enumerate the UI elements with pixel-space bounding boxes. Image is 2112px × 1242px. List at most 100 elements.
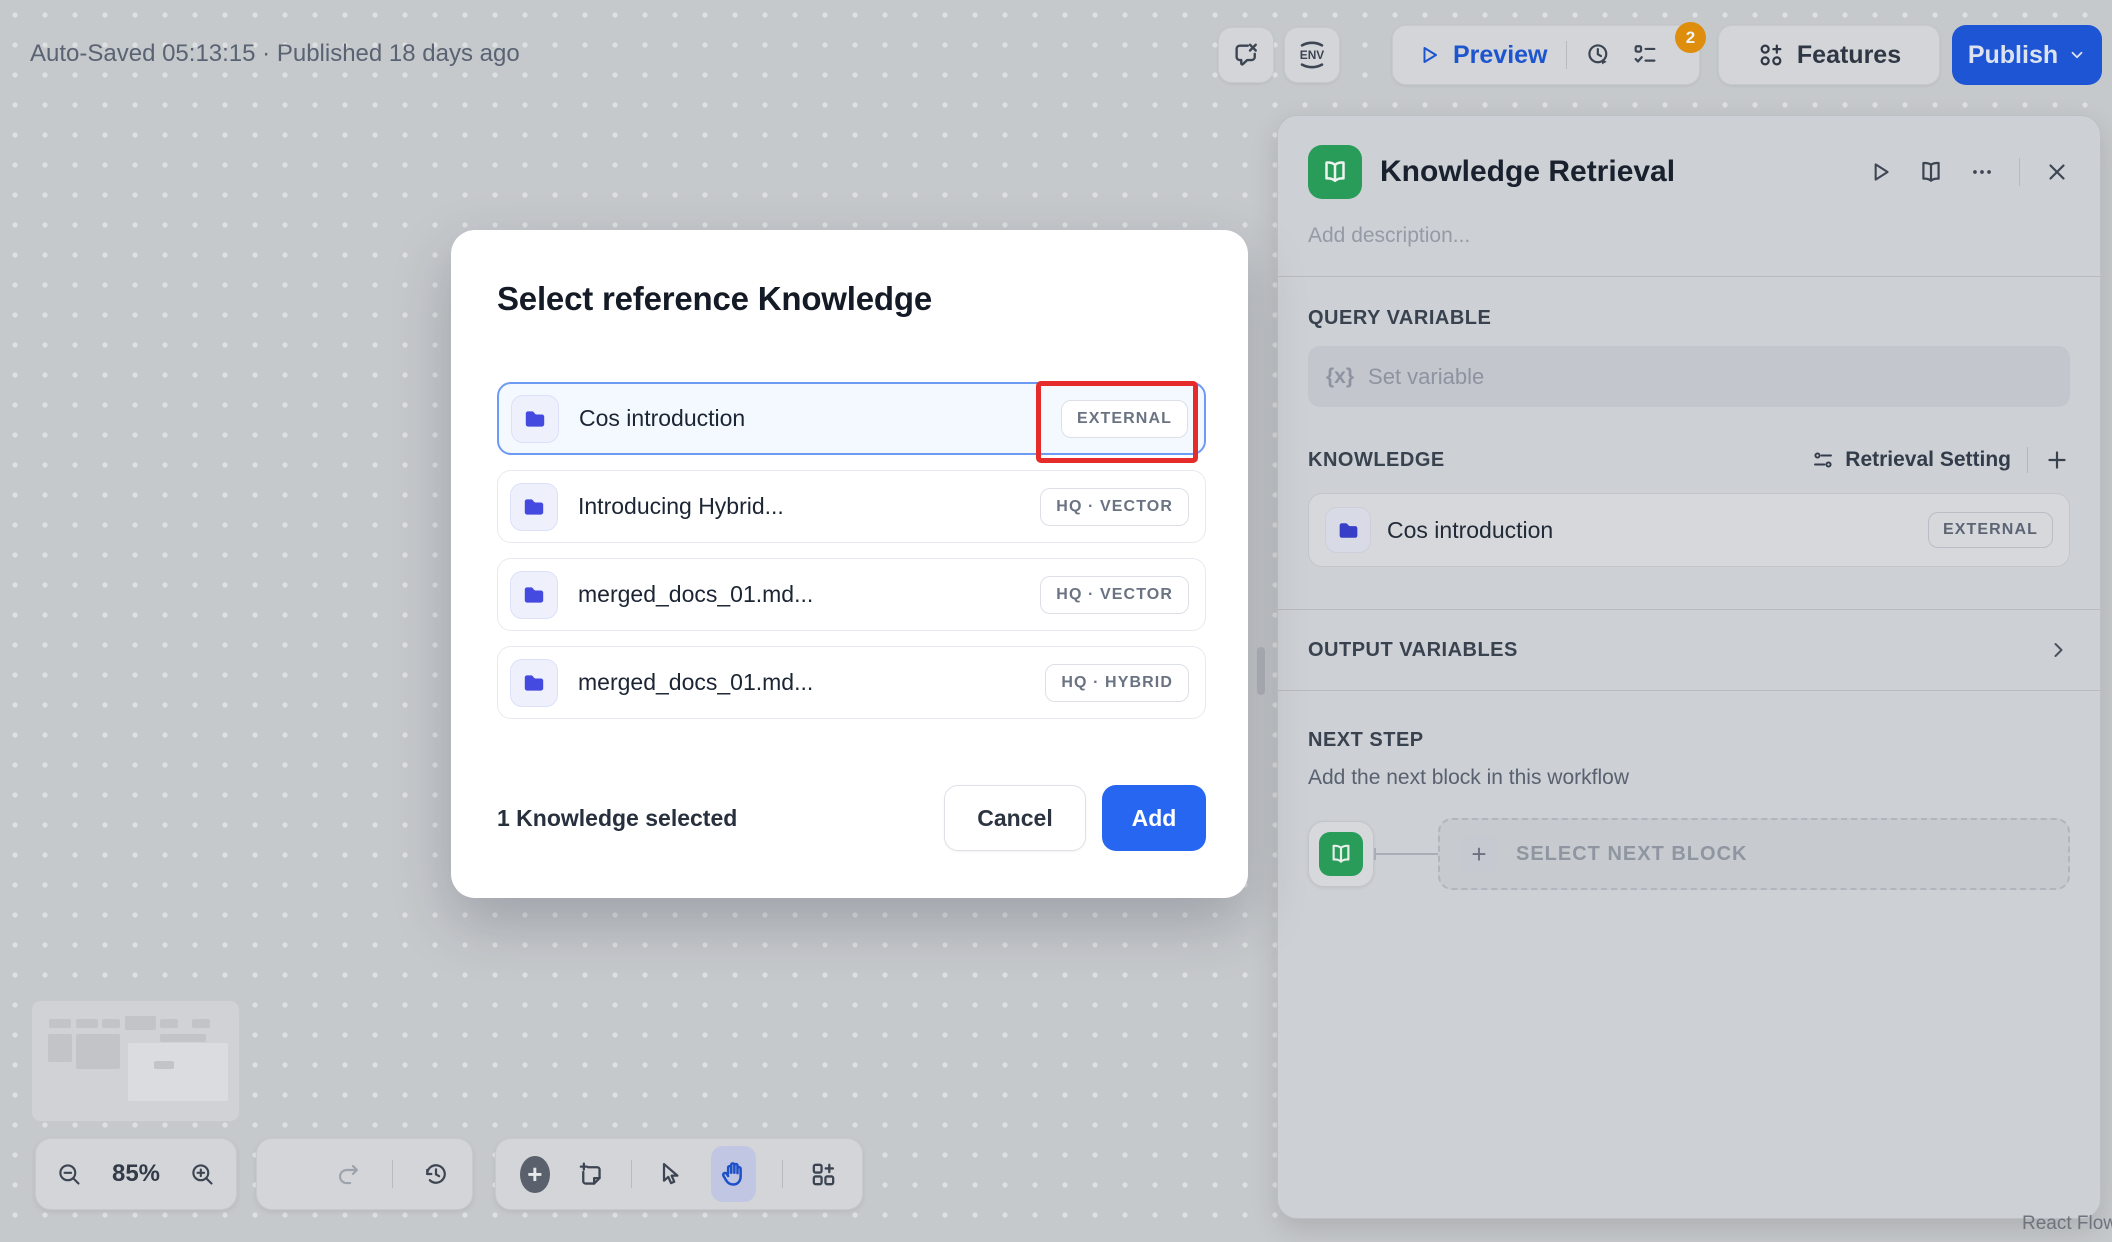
history-icon[interactable] [422, 1160, 450, 1188]
minimap-node [48, 1034, 72, 1062]
folder-icon [510, 483, 558, 531]
canvas-minimap[interactable] [31, 1000, 240, 1122]
knowledge-type-badge: EXTERNAL [1928, 512, 2053, 548]
knowledge-type-badge: HQ · VECTOR [1040, 576, 1189, 614]
divider [1566, 41, 1567, 69]
notification-badge: 2 [1675, 22, 1706, 53]
knowledge-retrieval-node-icon [1319, 832, 1363, 876]
minimap-node [154, 1061, 174, 1069]
knowledge-option[interactable]: merged_docs_01.md... HQ · HYBRID [497, 646, 1206, 719]
output-variables-label: OUTPUT VARIABLES [1308, 639, 1518, 662]
version-history-icon[interactable] [1585, 41, 1613, 69]
minimap-node [76, 1019, 98, 1028]
run-node-icon[interactable] [1867, 159, 1893, 185]
minimap-node [125, 1016, 156, 1030]
next-step-label: NEXT STEP [1308, 729, 2070, 752]
close-panel-icon[interactable] [2044, 159, 2070, 185]
undo-icon[interactable] [279, 1161, 306, 1188]
svg-text:ENV: ENV [1300, 48, 1324, 62]
canvas-toolbar: + [495, 1138, 863, 1210]
retrieval-setting-button[interactable]: Retrieval Setting [1811, 448, 2011, 472]
select-knowledge-modal: Select reference Knowledge Cos introduct… [451, 230, 1248, 898]
minimap-node [192, 1019, 210, 1028]
panel-title: Knowledge Retrieval [1380, 155, 1675, 189]
query-variable-placeholder: Set variable [1368, 364, 1484, 390]
minimap-node [76, 1034, 120, 1069]
current-node-thumbnail [1308, 821, 1374, 887]
knowledge-retrieval-node-icon [1308, 145, 1362, 199]
preview-button[interactable]: Preview [1417, 41, 1548, 70]
variable-icon: {x} [1326, 365, 1354, 389]
plus-icon: + [1460, 835, 1498, 873]
zoom-in-icon[interactable] [189, 1161, 216, 1188]
divider [1278, 276, 2100, 277]
zoom-out-icon[interactable] [56, 1161, 83, 1188]
chevron-down-icon [2068, 46, 2086, 64]
add-note-icon[interactable] [576, 1160, 605, 1189]
knowledge-option-name: Cos introduction [579, 405, 745, 432]
knowledge-list: Cos introduction EXTERNAL Introducing Hy… [497, 382, 1206, 719]
undo-redo-control [256, 1138, 473, 1210]
run-toolbar-group: Preview [1392, 25, 1700, 85]
knowledge-option-name: Introducing Hybrid... [578, 493, 784, 520]
redo-icon[interactable] [335, 1161, 362, 1188]
features-icon [1757, 41, 1785, 69]
modal-title: Select reference Knowledge [497, 280, 1206, 318]
knowledge-type-badge: EXTERNAL [1061, 400, 1188, 438]
checklist-icon[interactable] [1631, 41, 1659, 69]
knowledge-option-name: merged_docs_01.md... [578, 669, 813, 696]
cancel-button[interactable]: Cancel [944, 785, 1086, 851]
scrollbar-thumb[interactable] [1257, 647, 1265, 695]
add-knowledge-icon[interactable] [2044, 447, 2070, 473]
autosave-status: Auto-Saved 05:13:15 · Published 18 days … [30, 40, 520, 68]
hand-tool-icon [719, 1159, 749, 1189]
divider [782, 1160, 783, 1188]
knowledge-option[interactable]: Introducing Hybrid... HQ · VECTOR [497, 470, 1206, 543]
knowledge-type-badge: HQ · HYBRID [1045, 664, 1189, 702]
knowledge-option[interactable]: merged_docs_01.md... HQ · VECTOR [497, 558, 1206, 631]
knowledge-label: KNOWLEDGE [1308, 449, 1445, 472]
select-next-block-button[interactable]: + SELECT NEXT BLOCK [1438, 818, 2070, 890]
env-variables-button[interactable]: ENV [1284, 27, 1340, 83]
play-icon [1417, 43, 1441, 67]
minimap-node [160, 1034, 206, 1042]
selection-summary: 1 Knowledge selected [497, 805, 737, 832]
divider [2027, 447, 2028, 473]
minimap-node [102, 1019, 120, 1028]
annotation-toggle-button[interactable] [1218, 27, 1274, 83]
add-block-button[interactable]: + [520, 1156, 550, 1193]
divider [631, 1160, 632, 1188]
minimap-node [128, 1043, 228, 1101]
chevron-right-icon [2046, 638, 2070, 662]
query-variable-input[interactable]: {x} Set variable [1308, 346, 2070, 407]
add-button[interactable]: Add [1102, 785, 1206, 851]
folder-icon [510, 659, 558, 707]
pointer-tool-icon[interactable] [657, 1160, 685, 1188]
features-button[interactable]: Features [1718, 25, 1940, 85]
divider [392, 1160, 393, 1188]
zoom-control: 85% [35, 1138, 237, 1210]
query-variable-label: QUERY VARIABLE [1308, 307, 2070, 330]
folder-icon [1325, 507, 1371, 553]
knowledge-card[interactable]: Cos introduction EXTERNAL [1308, 493, 2070, 567]
modal-footer: 1 Knowledge selected Cancel Add [497, 785, 1206, 851]
divider [2019, 158, 2020, 186]
knowledge-option[interactable]: Cos introduction EXTERNAL [497, 382, 1206, 455]
output-variables-section[interactable]: OUTPUT VARIABLES [1308, 610, 2070, 690]
folder-icon [511, 395, 559, 443]
zoom-level[interactable]: 85% [112, 1160, 160, 1188]
panel-header: Knowledge Retrieval [1308, 144, 2070, 200]
workflow-editor: { "topbar": { "status_text": "Auto-Saved… [0, 0, 2112, 1242]
chat-annotation-icon [1231, 40, 1261, 70]
knowledge-name: Cos introduction [1387, 517, 1553, 544]
publish-button[interactable]: Publish [1952, 25, 2102, 85]
knowledge-option-name: merged_docs_01.md... [578, 581, 813, 608]
hand-tool-button[interactable] [711, 1146, 756, 1202]
description-input[interactable]: Add description... [1308, 224, 2070, 248]
organize-blocks-icon[interactable] [809, 1160, 838, 1189]
more-options-icon[interactable] [1969, 159, 1995, 185]
node-config-panel: Knowledge Retrieval Add description... Q… [1277, 115, 2101, 1219]
node-connector-line [1374, 853, 1438, 855]
folder-icon [510, 571, 558, 619]
docs-icon[interactable] [1917, 158, 1945, 186]
